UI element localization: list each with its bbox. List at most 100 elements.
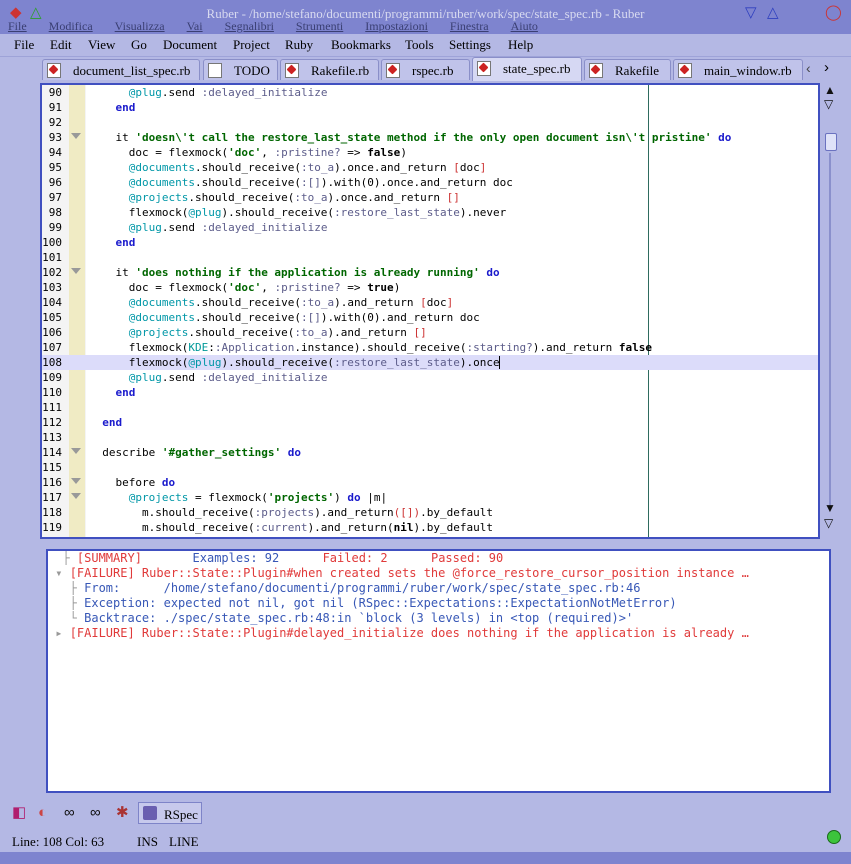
code-line[interactable]: 99 @plug.send :delayed_initialize bbox=[42, 220, 818, 235]
code-line[interactable]: 91 end bbox=[42, 100, 818, 115]
code-line[interactable]: 116 before do bbox=[42, 475, 818, 490]
menu-edit[interactable]: Edit bbox=[50, 37, 72, 53]
scroll-track[interactable] bbox=[829, 153, 831, 508]
menu-bookmarks[interactable]: Bookmarks bbox=[331, 37, 391, 53]
fold-toggle-icon[interactable] bbox=[71, 268, 81, 274]
code-line[interactable]: 103 doc = flexmock('doc', :pristine? => … bbox=[42, 280, 818, 295]
code-line[interactable]: 119 m.should_receive(:current).and_retur… bbox=[42, 520, 818, 535]
ruby-file-icon bbox=[285, 63, 299, 78]
menu-document[interactable]: Document bbox=[163, 37, 217, 53]
minimize-icon[interactable]: ▽ bbox=[745, 5, 757, 20]
fold-toggle-icon[interactable] bbox=[71, 133, 81, 139]
code-line[interactable]: 113 bbox=[42, 430, 818, 445]
code-text: @plug.send :delayed_initialize bbox=[128, 221, 328, 234]
code-line[interactable]: 97 @projects.should_receive(:to_a).once.… bbox=[42, 190, 818, 205]
code-line[interactable]: 110 end bbox=[42, 385, 818, 400]
failure-row-2[interactable]: ▸ [FAILURE] Ruber::State::Plugin#delayed… bbox=[48, 626, 829, 641]
menu-tools[interactable]: Tools bbox=[405, 37, 434, 53]
code-text: describe '#gather_settings' do bbox=[89, 446, 301, 459]
tab-todo[interactable]: TODO bbox=[203, 59, 278, 80]
scroll-down-icon[interactable]: ▼ bbox=[824, 501, 836, 515]
status-led-icon bbox=[827, 830, 841, 844]
tab-label: state_spec.rb bbox=[503, 61, 571, 76]
fold-toggle-icon[interactable] bbox=[71, 448, 81, 454]
menu-settings[interactable]: Settings bbox=[449, 37, 491, 53]
find-in-files-tool-icon[interactable]: ∞ bbox=[90, 805, 101, 821]
code-line[interactable]: 118 m.should_receive(:projects).and_retu… bbox=[42, 505, 818, 520]
code-line[interactable]: 96 @documents.should_receive(:[]).with(0… bbox=[42, 175, 818, 190]
tab-scroll-right-icon[interactable]: › bbox=[824, 59, 829, 76]
menu-ruby[interactable]: Ruby bbox=[285, 37, 313, 53]
line-number: 107 bbox=[42, 341, 62, 354]
current-code-line[interactable]: 108 flexmock(@plug).should_receive(:rest… bbox=[42, 355, 818, 370]
fold-toggle-icon[interactable] bbox=[71, 478, 81, 484]
code-line[interactable]: 94 doc = flexmock('doc', :pristine? => f… bbox=[42, 145, 818, 160]
scroll-thumb[interactable] bbox=[825, 133, 837, 151]
tab-state-spec-rb[interactable]: state_spec.rb bbox=[472, 57, 582, 81]
tab-rakefile[interactable]: Rakefile bbox=[584, 59, 671, 80]
code-text: @documents.should_receive(:[]).with(0).a… bbox=[128, 311, 480, 324]
code-line[interactable]: 107 flexmock(KDE::Application.instance).… bbox=[42, 340, 818, 355]
code-line[interactable]: 111 bbox=[42, 400, 818, 415]
code-line[interactable]: 102 it 'does nothing if the application … bbox=[42, 265, 818, 280]
line-number: 92 bbox=[48, 116, 62, 129]
code-line[interactable]: 112 end bbox=[42, 415, 818, 430]
ruby-run-tool-icon[interactable]: ◐ bbox=[38, 805, 47, 821]
code-text: end bbox=[115, 236, 136, 249]
close-icon[interactable]: ◯ bbox=[825, 5, 842, 20]
summary-row[interactable]: ├ [SUMMARY] Examples: 92 Failed: 2 Passe… bbox=[48, 551, 829, 566]
insert-mode[interactable]: INS bbox=[137, 834, 158, 850]
line-number: 118 bbox=[42, 506, 62, 519]
maximize-icon[interactable]: △ bbox=[767, 5, 779, 20]
code-line[interactable]: 106 @projects.should_receive(:to_a).and_… bbox=[42, 325, 818, 340]
line-number: 104 bbox=[42, 296, 62, 309]
tab-rspec-rb[interactable]: rspec.rb bbox=[381, 59, 470, 80]
ghost-menu-item: File bbox=[8, 19, 27, 33]
scroll-up-icon-2[interactable]: ▽ bbox=[824, 97, 833, 111]
editor-scrollbar[interactable]: ▲ ▽ ▼ ▽ bbox=[822, 83, 838, 539]
ruby-file-icon bbox=[386, 63, 400, 78]
rspec-output[interactable]: ├ [SUMMARY] Examples: 92 Failed: 2 Passe… bbox=[46, 549, 831, 793]
code-line[interactable]: 105 @documents.should_receive(:[]).with(… bbox=[42, 310, 818, 325]
failure-from-row[interactable]: ├ From: /home/stefano/documenti/programm… bbox=[48, 581, 829, 596]
find-tool-icon[interactable]: ∞ bbox=[64, 805, 75, 821]
fold-toggle-icon[interactable] bbox=[71, 493, 81, 499]
code-line[interactable]: 93 it 'doesn\'t call the restore_last_st… bbox=[42, 130, 818, 145]
failure-row-1[interactable]: ▾ [FAILURE] Ruber::State::Plugin#when cr… bbox=[48, 566, 829, 581]
rspec-tool-button[interactable]: RSpec bbox=[138, 802, 202, 824]
code-line[interactable]: 115 bbox=[42, 460, 818, 475]
code-line[interactable]: 100 end bbox=[42, 235, 818, 250]
selection-mode[interactable]: LINE bbox=[169, 834, 199, 850]
code-line[interactable]: 95 @documents.should_receive(:to_a).once… bbox=[42, 160, 818, 175]
scroll-down-icon-2[interactable]: ▽ bbox=[824, 516, 833, 530]
code-line[interactable]: 114 describe '#gather_settings' do bbox=[42, 445, 818, 460]
tab-rakefile-rb[interactable]: Rakefile.rb bbox=[280, 59, 379, 80]
code-line[interactable]: 98 flexmock(@plug).should_receive(:resto… bbox=[42, 205, 818, 220]
menu-help[interactable]: Help bbox=[508, 37, 533, 53]
code-line[interactable]: 92 bbox=[42, 115, 818, 130]
code-editor[interactable]: 90 @plug.send :delayed_initialize 91 end 9… bbox=[40, 83, 820, 539]
line-number: 100 bbox=[42, 236, 62, 249]
code-text: flexmock(KDE::Application.instance).shou… bbox=[89, 341, 652, 354]
tab-scroll-left-icon[interactable]: ‹ bbox=[806, 60, 811, 76]
menu-go[interactable]: Go bbox=[131, 37, 147, 53]
code-line[interactable]: 117 @projects = flexmock('projects') do … bbox=[42, 490, 818, 505]
window-titlebar[interactable]: ◆ △ Ruber - /home/stefano/documenti/prog… bbox=[0, 0, 851, 34]
syntax-tool-icon[interactable]: ✱ bbox=[116, 805, 129, 821]
code-line[interactable]: 109 @plug.send :delayed_initialize bbox=[42, 370, 818, 385]
scroll-up-icon[interactable]: ▲ bbox=[824, 83, 836, 97]
menu-view[interactable]: View bbox=[88, 37, 115, 53]
failure-backtrace-row[interactable]: └ Backtrace: ./spec/state_spec.rb:48:in … bbox=[48, 611, 829, 626]
code-line[interactable]: 104 @documents.should_receive(:to_a).and… bbox=[42, 295, 818, 310]
code-line[interactable]: 101 bbox=[42, 250, 818, 265]
tab-document-list-spec-rb[interactable]: document_list_spec.rb bbox=[42, 59, 200, 80]
todo-tool-icon[interactable]: ◧ bbox=[12, 805, 26, 821]
code-line[interactable]: 90 @plug.send :delayed_initialize bbox=[42, 85, 818, 100]
failure-1-text: [FAILURE] Ruber::State::Plugin#when crea… bbox=[69, 566, 749, 580]
menu-project[interactable]: Project bbox=[233, 37, 270, 53]
failure-exception-row[interactable]: ├ Exception: expected not nil, got nil (… bbox=[48, 596, 829, 611]
menu-file[interactable]: File bbox=[14, 37, 34, 53]
code-text: end bbox=[102, 416, 123, 429]
summary-examples: Examples: 92 bbox=[192, 551, 280, 565]
tab-main-window-rb[interactable]: main_window.rb bbox=[673, 59, 803, 80]
